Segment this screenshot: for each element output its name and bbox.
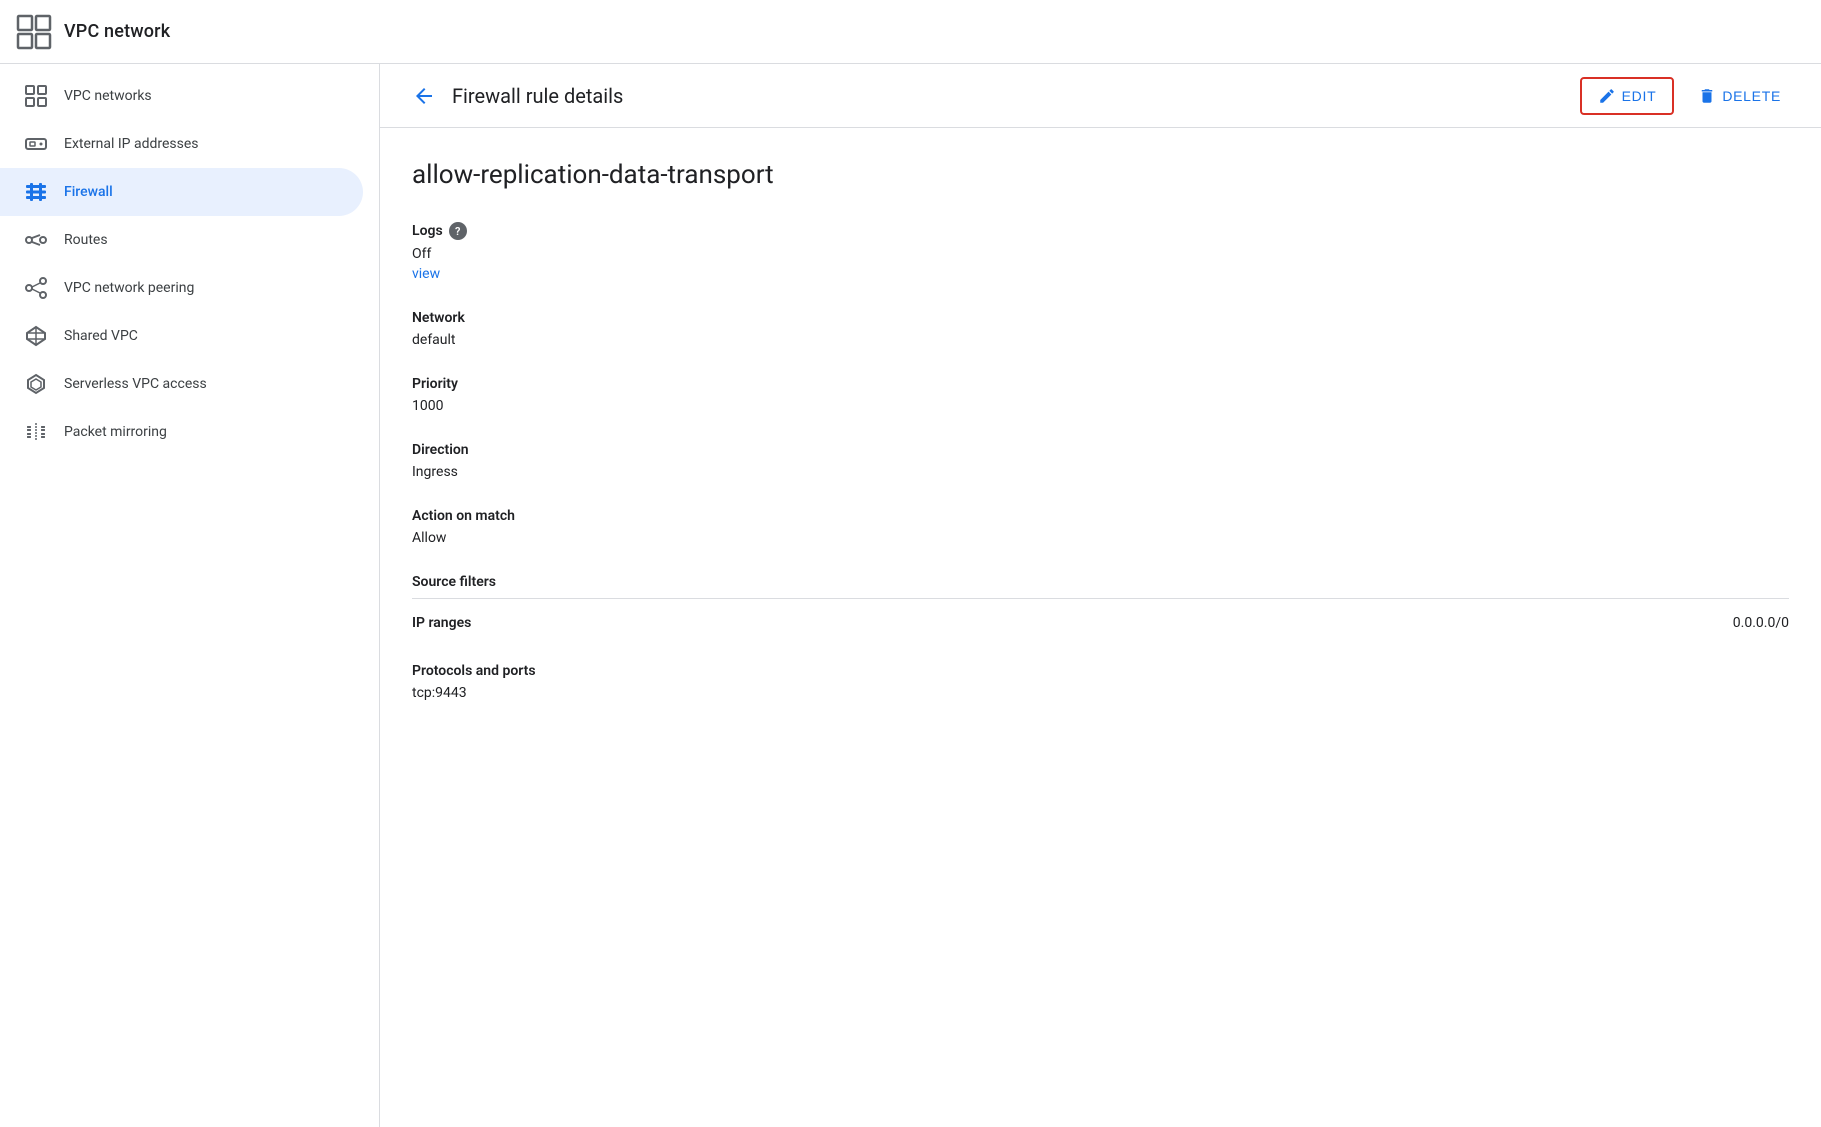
sidebar-item-external-ip[interactable]: External IP addresses	[0, 120, 363, 168]
sidebar-item-label-shared-vpc: Shared VPC	[64, 328, 138, 344]
source-filter-key-ip: IP ranges	[412, 615, 471, 631]
sidebar-item-firewall[interactable]: Firewall	[0, 168, 363, 216]
field-link-logs-view[interactable]: view	[412, 266, 440, 282]
rule-title: allow-replication-data-transport	[412, 160, 1789, 190]
edit-label: EDIT	[1622, 88, 1657, 104]
field-label-logs: Logs ?	[412, 222, 1789, 240]
content-area: Firewall rule details EDIT DELETE all	[380, 64, 1821, 1127]
field-value-network: default	[412, 332, 1789, 348]
field-label-action-on-match: Action on match	[412, 508, 1789, 524]
field-network: Network default	[412, 310, 1789, 348]
sidebar-item-serverless-vpc[interactable]: Serverless VPC access	[0, 360, 363, 408]
field-value-direction: Ingress	[412, 464, 1789, 480]
field-label-direction: Direction	[412, 442, 1789, 458]
field-value-action-on-match: Allow	[412, 530, 1789, 546]
sidebar-item-label-packet-mirroring: Packet mirroring	[64, 424, 167, 440]
sidebar-item-packet-mirroring[interactable]: Packet mirroring	[0, 408, 363, 456]
delete-button[interactable]: DELETE	[1682, 79, 1797, 113]
field-value-protocols-ports: tcp:9443	[412, 685, 1789, 701]
sidebar-item-routes[interactable]: Routes	[0, 216, 363, 264]
field-priority: Priority 1000	[412, 376, 1789, 414]
external-ip-icon	[24, 132, 48, 156]
field-direction: Direction Ingress	[412, 442, 1789, 480]
sidebar-item-shared-vpc[interactable]: Shared VPC	[0, 312, 363, 360]
sidebar-item-label-serverless: Serverless VPC access	[64, 376, 207, 392]
help-icon-logs[interactable]: ?	[449, 222, 467, 240]
source-filters-label: Source filters	[412, 574, 1789, 590]
field-protocols-ports: Protocols and ports tcp:9443	[412, 663, 1789, 701]
sidebar-item-label-routes: Routes	[64, 232, 108, 248]
delete-label: DELETE	[1722, 88, 1781, 104]
field-value-logs: Off	[412, 246, 1789, 262]
sidebar-item-vpc-networks[interactable]: VPC networks	[0, 72, 363, 120]
source-filters-section: Source filters IP ranges 0.0.0.0/0	[412, 574, 1789, 635]
peering-icon	[24, 276, 48, 300]
field-value-priority: 1000	[412, 398, 1789, 414]
source-filter-row-ip: IP ranges 0.0.0.0/0	[412, 611, 1789, 635]
field-label-priority: Priority	[412, 376, 1789, 392]
source-filter-val-ip: 0.0.0.0/0	[1733, 615, 1789, 631]
field-label-protocols-ports: Protocols and ports	[412, 663, 1789, 679]
shared-vpc-icon	[24, 324, 48, 348]
edit-icon	[1598, 87, 1616, 105]
header-actions: EDIT DELETE	[1580, 77, 1797, 115]
back-button[interactable]	[404, 76, 444, 116]
field-action-on-match: Action on match Allow	[412, 508, 1789, 546]
source-filters-divider	[412, 598, 1789, 599]
vpc-networks-icon	[24, 84, 48, 108]
main-layout: VPC networks External IP addresses	[0, 64, 1821, 1127]
content-header-title: Firewall rule details	[452, 84, 1580, 108]
delete-icon	[1698, 87, 1716, 105]
edit-button[interactable]: EDIT	[1580, 77, 1675, 115]
sidebar-item-label-vpc-networks: VPC networks	[64, 88, 152, 104]
sidebar: VPC networks External IP addresses	[0, 64, 380, 1127]
sidebar-item-vpc-peering[interactable]: VPC network peering	[0, 264, 363, 312]
packet-mirroring-icon	[24, 420, 48, 444]
top-header: VPC network	[0, 0, 1821, 64]
field-label-network: Network	[412, 310, 1789, 326]
content-body: allow-replication-data-transport Logs ? …	[380, 128, 1821, 761]
sidebar-item-label-external-ip: External IP addresses	[64, 136, 199, 152]
field-logs: Logs ? Off view	[412, 222, 1789, 282]
app-title: VPC network	[64, 21, 170, 42]
sidebar-item-label-vpc-peering: VPC network peering	[64, 280, 194, 296]
content-header: Firewall rule details EDIT DELETE	[380, 64, 1821, 128]
serverless-icon	[24, 372, 48, 396]
firewall-icon	[24, 180, 48, 204]
app-logo	[16, 14, 52, 50]
routes-icon	[24, 228, 48, 252]
sidebar-item-label-firewall: Firewall	[64, 184, 113, 200]
